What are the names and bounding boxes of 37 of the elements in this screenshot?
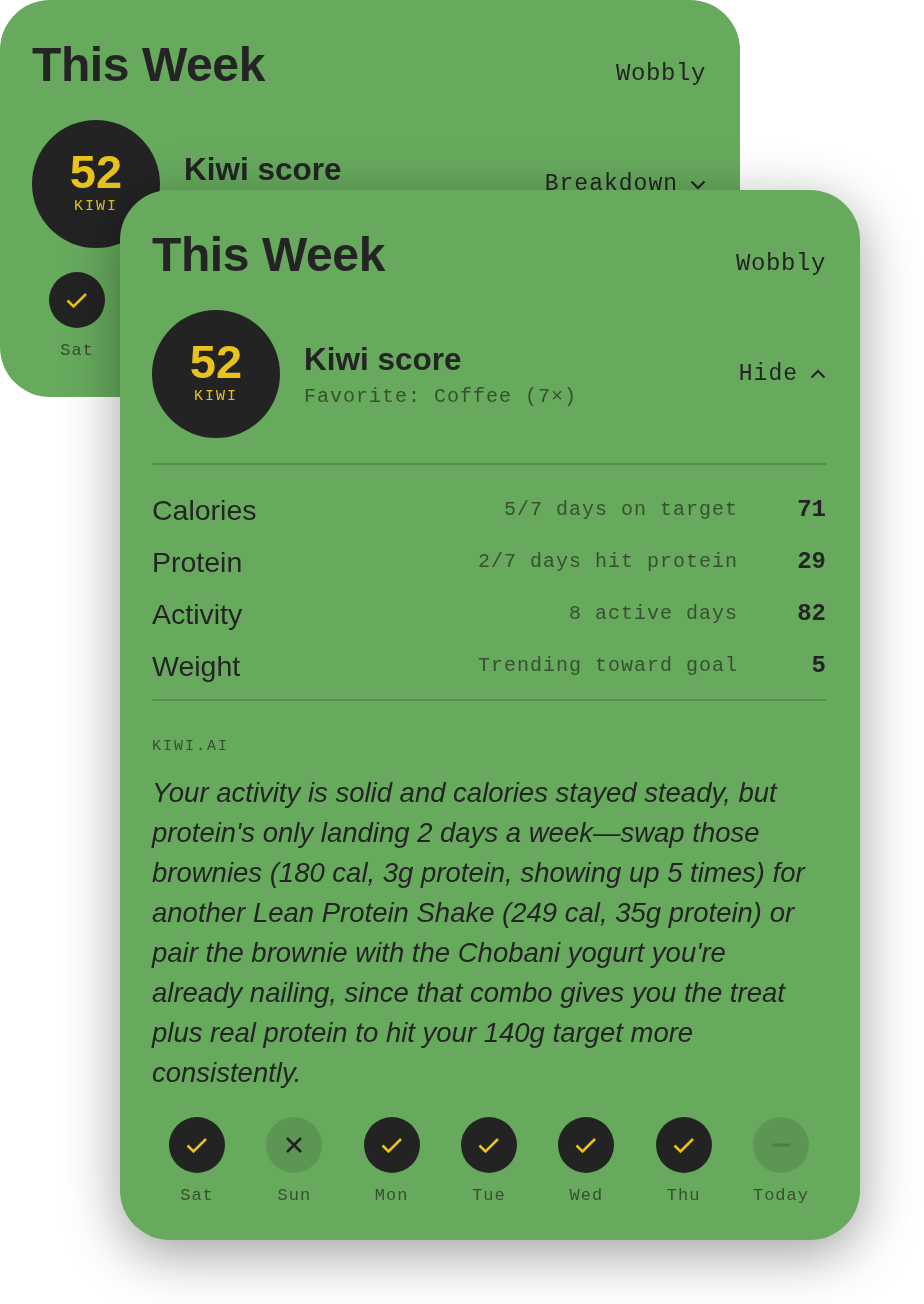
card-title: This Week [152, 230, 385, 280]
metric-detail: Trending toward goal [477, 654, 738, 678]
metric-score: 5 [811, 652, 826, 680]
score-value: 52 [189, 339, 243, 385]
day-label: Sat [60, 341, 94, 361]
day-label: Sun [277, 1186, 312, 1206]
score-unit: KIWI [194, 389, 238, 405]
metric-detail: 5/7 days on target [503, 498, 738, 522]
metric-name: Protein [152, 545, 243, 579]
insight-text: Your activity is solid and calories stayed steady, but protein's only landing 2 days a week—swap those brownies (180 cal, 3g protein, showing up 5 times) for another Lean Protein Shake (249 cal, 35g protein) or pair the brownie with the Chobani yogurt you're already nailing, since that combo gives you the treat plus real protein to hit your 140g target more consistently. [152, 776, 807, 1090]
favorite-text: Favorite: Coffee (7×) [304, 385, 579, 409]
source-label: KIWI.AI [152, 738, 229, 756]
day-label: Sat [180, 1186, 214, 1206]
score-unit: KIWI [74, 199, 118, 215]
metric-detail: 2/7 days hit protein [477, 550, 738, 574]
metric-name: Weight [152, 649, 241, 683]
chevron-up-icon [810, 369, 826, 379]
toggle-button[interactable]: Breakdown [544, 170, 706, 190]
card-title: This Week [32, 40, 265, 90]
mood-label: Wobbly [616, 60, 706, 88]
toggle-button[interactable]: Hide [738, 360, 826, 388]
metric-score: 71 [797, 496, 826, 524]
metric-score: 29 [797, 548, 826, 576]
mood-label: Wobbly [736, 250, 826, 278]
metric-detail: 8 active days [568, 602, 738, 626]
score-value: 52 [69, 149, 123, 195]
day-label: Tue [472, 1186, 506, 1206]
metric-name: Calories [152, 493, 257, 527]
chevron-down-icon [690, 180, 706, 190]
score-title: Kiwi score [304, 342, 463, 376]
metric-score: 82 [797, 600, 826, 628]
day-label: Today [752, 1186, 809, 1206]
day-label: Wed [569, 1186, 604, 1206]
day-label: Thu [666, 1186, 701, 1206]
day-label: Mon [374, 1186, 409, 1206]
score-title: Kiwi score [184, 152, 343, 186]
metric-name: Activity [152, 597, 243, 631]
